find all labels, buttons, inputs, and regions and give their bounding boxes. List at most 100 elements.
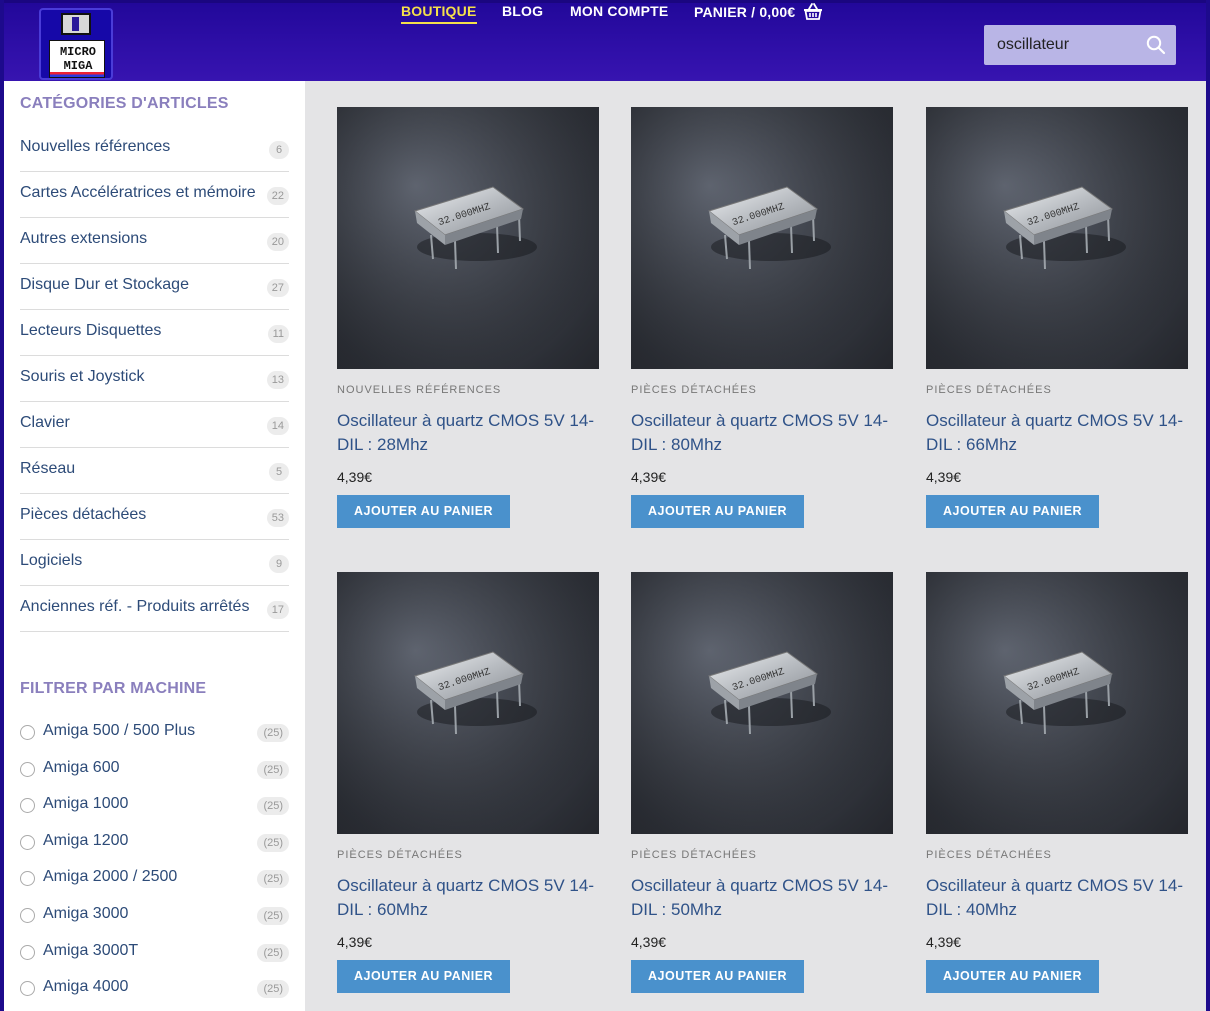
product-price: 4,39€ xyxy=(631,934,667,950)
category-item[interactable]: Disque Dur et Stockage 27 xyxy=(20,264,289,310)
category-link[interactable]: Autres extensions xyxy=(20,230,147,248)
machine-filter-item[interactable]: Amiga 500 / 500 Plus (25) xyxy=(20,720,289,750)
category-link[interactable]: Cartes Accélératrices et mémoire xyxy=(20,184,256,202)
filter-radio[interactable] xyxy=(20,798,35,814)
machine-filter-item[interactable]: Amiga 3000 (25) xyxy=(20,903,289,933)
product-title[interactable]: Oscillateur à quartz CMOS 5V 14-DIL : 28… xyxy=(337,409,599,457)
filter-label[interactable]: Amiga 1000 xyxy=(43,795,128,813)
category-item[interactable]: Cartes Accélératrices et mémoire 22 xyxy=(20,172,289,218)
category-count: 22 xyxy=(266,187,289,205)
category-count: 5 xyxy=(269,463,289,481)
category-link[interactable]: Clavier xyxy=(20,414,70,432)
filter-label[interactable]: Amiga 4000 xyxy=(43,978,128,996)
product-thumbnail[interactable]: 32.000MHZ xyxy=(926,107,1188,369)
filter-radio[interactable] xyxy=(20,834,35,850)
category-count: 53 xyxy=(266,509,289,527)
nav-blog[interactable]: BLOG xyxy=(502,3,543,19)
filter-count: (25) xyxy=(257,760,289,779)
filter-count: (25) xyxy=(257,907,289,925)
search-input[interactable] xyxy=(984,25,1134,65)
category-link[interactable]: Logiciels xyxy=(20,552,82,570)
category-count: 14 xyxy=(266,417,289,435)
filter-label[interactable]: Amiga 600 xyxy=(43,759,120,777)
product-card: 32.000MHZ NOUVELLES RÉFÉRENCES Oscillateur… xyxy=(337,107,599,528)
product-title[interactable]: Oscillateur à quartz CMOS 5V 14-DIL : 50… xyxy=(631,874,893,922)
product-image: 32.000MHZ xyxy=(337,107,599,369)
product-thumbnail[interactable]: 32.000MHZ xyxy=(631,107,893,369)
machine-filter-item[interactable]: Amiga 3000T (25) xyxy=(20,940,289,970)
filter-title: FILTRER PAR MACHINE xyxy=(20,680,207,697)
category-count: 13 xyxy=(266,371,289,389)
filter-label[interactable]: Amiga 2000 / 2500 xyxy=(43,868,177,886)
category-link[interactable]: Pièces détachées xyxy=(20,506,146,524)
category-link[interactable]: Réseau xyxy=(20,460,75,478)
category-item[interactable]: Anciennes réf. - Produits arrêtés 17 xyxy=(20,586,289,632)
product-category[interactable]: NOUVELLES RÉFÉRENCES xyxy=(337,384,501,396)
machine-filter-item[interactable]: Amiga 1000 (25) xyxy=(20,793,289,823)
add-to-cart-button[interactable]: AJOUTER AU PANIER xyxy=(337,960,511,993)
filter-radio[interactable] xyxy=(20,944,35,960)
category-item[interactable]: Nouvelles références 6 xyxy=(20,126,289,172)
add-to-cart-button[interactable]: AJOUTER AU PANIER xyxy=(926,495,1100,528)
machine-filter-item[interactable]: Amiga 600 (25) xyxy=(20,757,289,787)
product-category[interactable]: PIÈCES DÉTACHÉES xyxy=(631,384,757,396)
machine-filter-item[interactable]: Amiga 4000 (25) xyxy=(20,976,289,1006)
category-item[interactable]: Lecteurs Disquettes 11 xyxy=(20,310,289,356)
nav-boutique[interactable]: BOUTIQUE xyxy=(401,3,477,24)
filter-radio[interactable] xyxy=(20,761,35,777)
product-title[interactable]: Oscillateur à quartz CMOS 5V 14-DIL : 80… xyxy=(631,409,893,457)
filter-radio[interactable] xyxy=(20,871,35,887)
add-to-cart-button[interactable]: AJOUTER AU PANIER xyxy=(631,960,805,993)
product-card: 32.000MHZ PIÈCES DÉTACHÉES Oscillateur à q… xyxy=(337,572,599,993)
machine-filter-item[interactable]: Amiga 2000 / 2500 (25) xyxy=(20,866,289,896)
filter-radio[interactable] xyxy=(20,981,35,997)
product-image: 32.000MHZ xyxy=(631,107,893,369)
category-count: 17 xyxy=(266,601,289,619)
frame-right xyxy=(1206,0,1210,1011)
filter-radio[interactable] xyxy=(20,908,35,923)
product-card: 32.000MHZ PIÈCES DÉTACHÉES Oscillateur à q… xyxy=(631,572,893,993)
add-to-cart-button[interactable]: AJOUTER AU PANIER xyxy=(926,960,1100,993)
category-item[interactable]: Souris et Joystick 13 xyxy=(20,356,289,402)
site-logo[interactable]: MICRO MIGA xyxy=(39,8,113,80)
category-link[interactable]: Nouvelles références xyxy=(20,138,170,156)
filter-radio[interactable] xyxy=(20,725,35,740)
category-count: 27 xyxy=(266,279,289,297)
product-thumbnail[interactable]: 32.000MHZ xyxy=(337,107,599,369)
category-count: 6 xyxy=(269,141,289,159)
product-thumbnail[interactable]: 32.000MHZ xyxy=(337,572,599,834)
filter-label[interactable]: Amiga 1200 xyxy=(43,832,128,850)
filter-count: (25) xyxy=(257,870,289,889)
category-item[interactable]: Logiciels 9 xyxy=(20,540,289,586)
category-link[interactable]: Souris et Joystick xyxy=(20,368,144,386)
product-category[interactable]: PIÈCES DÉTACHÉES xyxy=(926,384,1052,396)
category-item[interactable]: Clavier 14 xyxy=(20,402,289,448)
category-item[interactable]: Autres extensions 20 xyxy=(20,218,289,264)
machine-filter-item[interactable]: Amiga 1200 (25) xyxy=(20,830,289,860)
category-item[interactable]: Pièces détachées 53 xyxy=(20,494,289,540)
product-thumbnail[interactable]: 32.000MHZ xyxy=(631,572,893,834)
category-link[interactable]: Anciennes réf. - Produits arrêtés xyxy=(20,598,249,616)
nav-panier[interactable]: PANIER / 0,00€ xyxy=(694,3,823,20)
nav-mon-compte[interactable]: MON COMPTE xyxy=(570,3,668,19)
product-image: 32.000MHZ xyxy=(926,107,1188,369)
add-to-cart-button[interactable]: AJOUTER AU PANIER xyxy=(337,495,511,528)
search-icon[interactable] xyxy=(1146,35,1166,55)
add-to-cart-button[interactable]: AJOUTER AU PANIER xyxy=(631,495,805,528)
filter-label[interactable]: Amiga 3000 xyxy=(43,905,128,923)
floppy-label: MICRO MIGA xyxy=(49,40,105,78)
product-category[interactable]: PIÈCES DÉTACHÉES xyxy=(631,849,757,861)
product-title[interactable]: Oscillateur à quartz CMOS 5V 14-DIL : 40… xyxy=(926,874,1188,922)
category-item[interactable]: Réseau 5 xyxy=(20,448,289,494)
filter-count: (25) xyxy=(257,724,289,742)
product-thumbnail[interactable]: 32.000MHZ xyxy=(926,572,1188,834)
product-title[interactable]: Oscillateur à quartz CMOS 5V 14-DIL : 66… xyxy=(926,409,1188,457)
product-category[interactable]: PIÈCES DÉTACHÉES xyxy=(926,849,1052,861)
category-link[interactable]: Lecteurs Disquettes xyxy=(20,322,161,340)
product-title[interactable]: Oscillateur à quartz CMOS 5V 14-DIL : 60… xyxy=(337,874,599,922)
filter-label[interactable]: Amiga 3000T xyxy=(43,942,138,960)
product-card: 32.000MHZ PIÈCES DÉTACHÉES Oscillateur à q… xyxy=(926,572,1188,993)
filter-label[interactable]: Amiga 500 / 500 Plus xyxy=(43,722,195,740)
category-link[interactable]: Disque Dur et Stockage xyxy=(20,276,189,294)
product-category[interactable]: PIÈCES DÉTACHÉES xyxy=(337,849,463,861)
